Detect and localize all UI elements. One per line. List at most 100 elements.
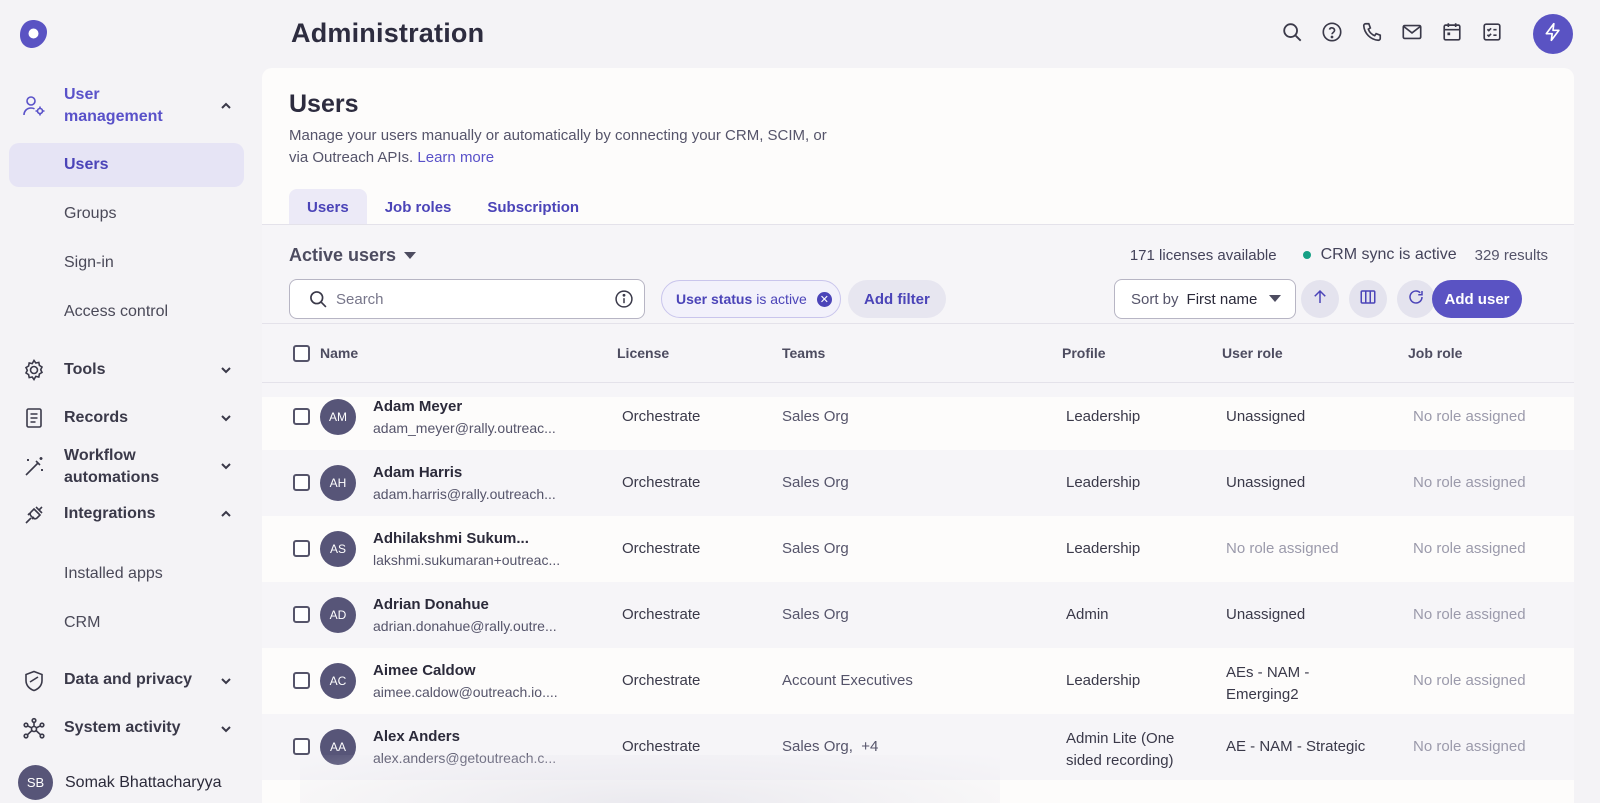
column-header-profile[interactable]: Profile (1062, 345, 1106, 361)
table-row[interactable]: AH Adam Harris adam.harris@rally.outreac… (262, 450, 1574, 516)
license-cell: Orchestrate (622, 474, 701, 491)
column-header-job-role[interactable]: Job role (1408, 345, 1462, 361)
user-name[interactable]: Adam Harris (373, 464, 462, 481)
user-name[interactable]: Alex Anders (373, 728, 460, 745)
nav-data-privacy[interactable]: Data and privacy (0, 669, 258, 693)
caret-down-icon (404, 252, 417, 259)
status-dot-icon (1302, 251, 1311, 259)
teams-cell[interactable]: Sales Org, +4 (782, 738, 878, 755)
avatar: AC (320, 663, 356, 699)
table-row[interactable]: AC Aimee Caldow aimee.caldow@outreach.io… (262, 648, 1574, 714)
filter-chip-user-status[interactable]: User status is active ✕ (661, 280, 841, 318)
table-header: Name License Teams Profile User role Job… (262, 323, 1574, 383)
user-name[interactable]: Adam Meyer (373, 398, 462, 415)
row-checkbox[interactable] (293, 672, 310, 689)
results-count: 329 results (1474, 246, 1548, 264)
license-cell: Orchestrate (622, 606, 701, 623)
nav-user-management[interactable]: User management (0, 84, 258, 128)
sidebar-item-installed-apps[interactable]: Installed apps (9, 552, 244, 596)
table-row[interactable]: AD Adrian Donahue adrian.donahue@rally.o… (262, 582, 1574, 648)
teams-cell: Sales Org (782, 408, 849, 425)
sort-label: Sort by (1131, 290, 1179, 308)
search-icon[interactable] (1280, 20, 1304, 44)
lightning-icon (1543, 22, 1563, 47)
add-filter-button[interactable]: Add filter (848, 280, 946, 318)
nav-records-label: Records (64, 409, 129, 426)
plug-icon (21, 502, 47, 528)
sort-dropdown[interactable]: Sort by First name (1114, 279, 1296, 319)
avatar: AD (320, 597, 356, 633)
sidebar-item-groups[interactable]: Groups (9, 192, 244, 236)
column-header-user-role[interactable]: User role (1222, 345, 1283, 361)
nav-user-management-label: User management (64, 86, 163, 125)
gear-icon (21, 357, 47, 383)
user-name[interactable]: Adrian Donahue (373, 596, 489, 613)
learn-more-link[interactable]: Learn more (417, 149, 494, 166)
nav-workflow-automations[interactable]: Workflow automations (0, 444, 258, 488)
nav-system-activity[interactable]: System activity (0, 717, 258, 741)
sort-direction-button[interactable] (1301, 280, 1339, 318)
row-checkbox[interactable] (293, 738, 310, 755)
select-all-checkbox[interactable] (293, 345, 310, 362)
row-checkbox[interactable] (293, 474, 310, 491)
job-role-cell: No role assigned (1413, 474, 1526, 491)
chip-value: is active (756, 291, 807, 307)
refresh-button[interactable] (1397, 280, 1435, 318)
tab-subscription[interactable]: Subscription (469, 189, 597, 225)
row-checkbox[interactable] (293, 408, 310, 425)
nav-records[interactable]: Records (0, 406, 258, 430)
chevron-down-icon[interactable] (218, 362, 234, 378)
columns-button[interactable] (1349, 280, 1387, 318)
nav-integrations-label: Integrations (64, 505, 156, 522)
add-user-button[interactable]: Add user (1432, 280, 1522, 318)
column-header-teams[interactable]: Teams (782, 345, 825, 361)
job-role-cell: No role assigned (1413, 606, 1526, 623)
chevron-down-icon[interactable] (218, 721, 234, 737)
profile-cell: Leadership (1066, 540, 1141, 557)
table-row[interactable]: AS Adhilakshmi Sukum... lakshmi.sukumara… (262, 516, 1574, 582)
mail-icon[interactable] (1400, 20, 1424, 44)
row-checkbox[interactable] (293, 606, 310, 623)
top-toolbar (1280, 20, 1520, 44)
view-selector[interactable]: Active users (289, 245, 417, 266)
quick-actions-button[interactable] (1533, 14, 1573, 54)
phone-icon[interactable] (1360, 20, 1384, 44)
tasks-icon[interactable] (1480, 20, 1504, 44)
column-header-license[interactable]: License (617, 345, 669, 361)
help-icon[interactable] (1320, 20, 1344, 44)
search-input[interactable] (336, 290, 586, 308)
page-title: Administration (291, 18, 485, 48)
license-cell: Orchestrate (622, 540, 701, 557)
nav-integrations[interactable]: Integrations (0, 502, 258, 526)
row-checkbox[interactable] (293, 540, 310, 557)
sidebar-item-users[interactable]: Users (9, 143, 244, 187)
nav-tools[interactable]: Tools (0, 358, 258, 382)
close-icon[interactable]: ✕ (816, 291, 832, 307)
info-icon[interactable] (614, 289, 634, 314)
chevron-down-icon[interactable] (218, 673, 234, 689)
sidebar-item-sign-in[interactable]: Sign-in (9, 241, 244, 285)
license-cell: Orchestrate (622, 408, 701, 425)
tab-job-roles[interactable]: Job roles (367, 189, 470, 225)
main-card: Users Manage your users manually or auto… (262, 68, 1574, 803)
chevron-down-icon[interactable] (218, 458, 234, 474)
teams-cell: Sales Org (782, 474, 849, 491)
avatar: AS (320, 531, 356, 567)
sidebar-item-crm[interactable]: CRM (9, 601, 244, 645)
outreach-logo-icon[interactable] (17, 18, 49, 50)
user-name[interactable]: Adhilakshmi Sukum... (373, 530, 529, 547)
table-row[interactable]: AM Adam Meyer adam_meyer@rally.outreac..… (262, 384, 1574, 450)
licenses-available: 171 licenses available (1129, 246, 1277, 264)
user-name[interactable]: Aimee Caldow (373, 662, 476, 679)
table-row[interactable]: AA Alex Anders alex.anders@getoutreach.c… (262, 714, 1574, 780)
search-box[interactable] (289, 279, 645, 319)
calendar-icon[interactable] (1440, 20, 1464, 44)
user-profile[interactable]: SB Somak Bhattacharyya (18, 765, 222, 800)
column-header-name[interactable]: Name (320, 345, 358, 361)
tab-users[interactable]: Users (289, 189, 367, 225)
chevron-up-icon[interactable] (218, 506, 234, 522)
sidebar-item-access-control[interactable]: Access control (9, 290, 244, 334)
user-role-cell: Unassigned (1226, 606, 1306, 623)
chevron-up-icon[interactable] (218, 98, 234, 114)
chevron-down-icon[interactable] (218, 410, 234, 426)
